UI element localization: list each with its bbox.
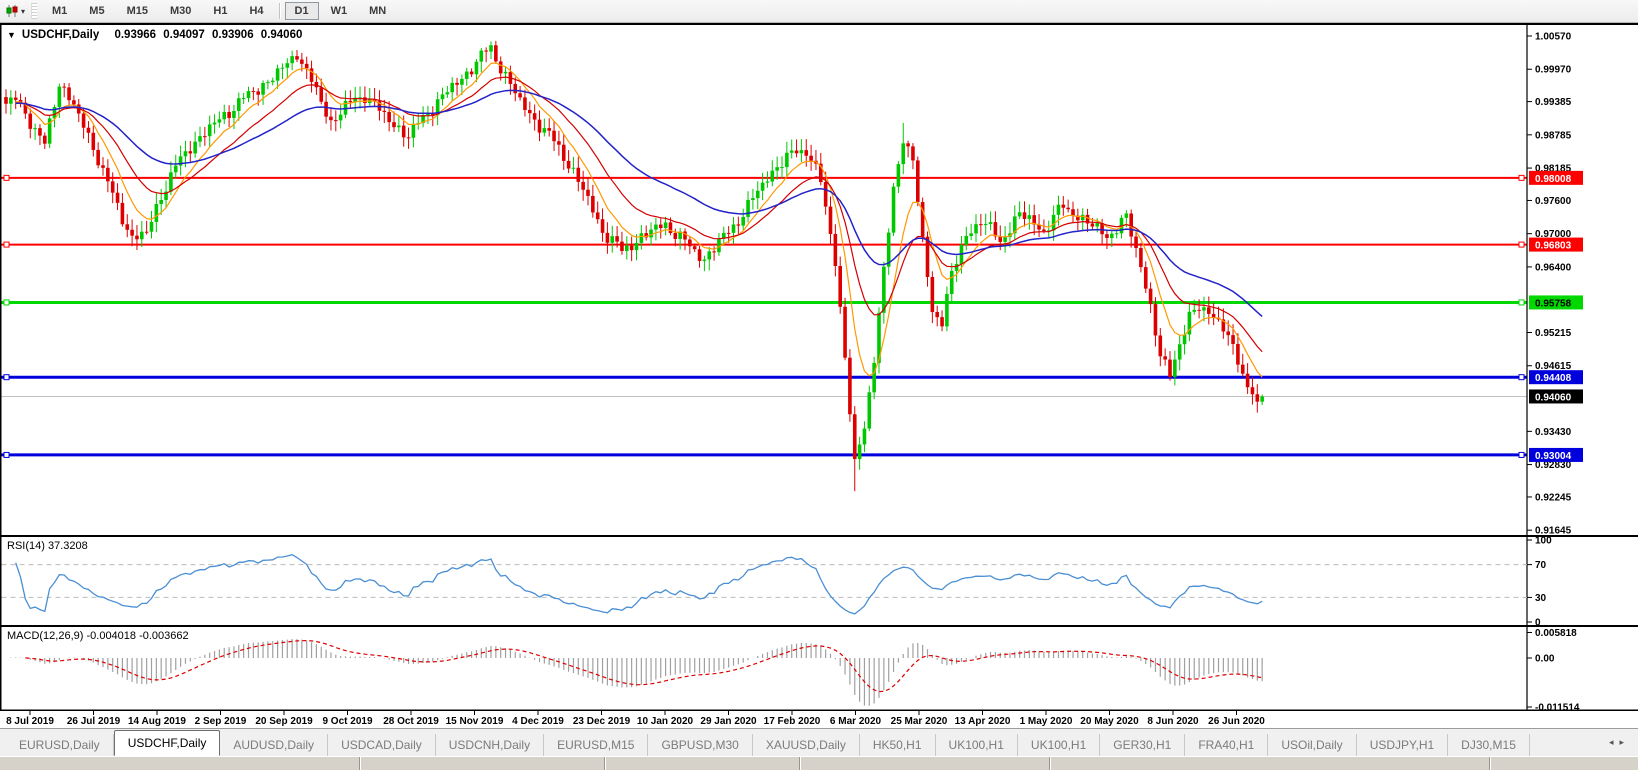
svg-text:70: 70 — [1535, 560, 1547, 571]
svg-text:0.95215: 0.95215 — [1535, 328, 1572, 339]
tab-scroll-arrows: ◂▸ — [1609, 737, 1630, 748]
svg-text:0.94060: 0.94060 — [1535, 392, 1572, 403]
tab-usdcad-daily[interactable]: USDCAD,Daily — [328, 734, 436, 756]
svg-text:0.93004: 0.93004 — [1535, 451, 1572, 462]
svg-text:0.00: 0.00 — [1535, 654, 1555, 665]
timeframe-button-m5[interactable]: M5 — [79, 2, 114, 20]
svg-text:0.98785: 0.98785 — [1535, 130, 1572, 141]
svg-text:30: 30 — [1535, 593, 1547, 604]
chart-header: ▼ USDCHF,Daily 0.93966 0.94097 0.93906 0.… — [7, 29, 306, 41]
svg-text:0.99385: 0.99385 — [1535, 97, 1572, 108]
macd-main-value: -0.004018 — [86, 630, 137, 642]
timeframe-button-m15[interactable]: M15 — [117, 2, 158, 20]
svg-text:2 Sep 2019: 2 Sep 2019 — [195, 716, 247, 727]
svg-text:0.96400: 0.96400 — [1535, 262, 1572, 273]
svg-text:10 Jan 2020: 10 Jan 2020 — [637, 716, 694, 727]
svg-text:20 May 2020: 20 May 2020 — [1080, 716, 1139, 727]
status-segment — [605, 757, 800, 770]
timeframe-button-mn[interactable]: MN — [359, 2, 396, 20]
svg-text:0.95758: 0.95758 — [1535, 298, 1572, 309]
tab-dj30-m15[interactable]: DJ30,M15 — [1448, 734, 1530, 756]
svg-text:100: 100 — [1535, 536, 1552, 547]
svg-text:0.94408: 0.94408 — [1535, 373, 1572, 384]
status-segment — [0, 757, 360, 770]
ohlc-close: 0.94060 — [260, 29, 303, 41]
macd-name: MACD(12,26,9) — [7, 630, 84, 642]
tab-usdcnh-daily[interactable]: USDCNH,Daily — [435, 734, 545, 756]
svg-text:0.005818: 0.005818 — [1535, 628, 1577, 639]
svg-text:0.98008: 0.98008 — [1535, 174, 1572, 185]
timeframe-button-w1[interactable]: W1 — [321, 2, 358, 20]
tab-usdchf-daily[interactable]: USDCHF,Daily — [113, 730, 221, 756]
tab-gbpusd-m30[interactable]: GBPUSD,M30 — [648, 734, 753, 756]
svg-text:4 Dec 2019: 4 Dec 2019 — [512, 716, 564, 727]
timeframe-button-d1[interactable]: D1 — [284, 2, 319, 20]
tab-audusd-daily[interactable]: AUDUSD,Daily — [220, 734, 329, 756]
svg-text:9 Oct 2019: 9 Oct 2019 — [322, 716, 372, 727]
svg-text:14 Aug 2019: 14 Aug 2019 — [128, 716, 186, 727]
svg-text:17 Feb 2020: 17 Feb 2020 — [764, 716, 821, 727]
svg-text:1.00570: 1.00570 — [1535, 32, 1572, 43]
price-chart-canvas[interactable]: 1.005700.999700.993850.987850.981850.976… — [0, 23, 1638, 728]
chart-type-button[interactable]: ▾ — [2, 3, 28, 19]
svg-text:26 Jul 2019: 26 Jul 2019 — [67, 716, 121, 727]
top-toolbar: ▾ M1 M5 M15 M30 H1 H4 D1 W1 MN — [0, 0, 1638, 23]
status-bar — [0, 756, 1638, 770]
svg-text:0.99970: 0.99970 — [1535, 65, 1572, 76]
collapse-triangle-icon[interactable]: ▼ — [7, 30, 16, 40]
tab-ger30-h1[interactable]: GER30,H1 — [1100, 734, 1186, 756]
svg-text:6 Mar 2020: 6 Mar 2020 — [830, 716, 882, 727]
rsi-name: RSI(14) — [7, 540, 45, 552]
svg-text:13 Apr 2020: 13 Apr 2020 — [955, 716, 1011, 727]
timeframe-button-m30[interactable]: M30 — [160, 2, 201, 20]
tab-usdjpy-h1[interactable]: USDJPY,H1 — [1356, 734, 1449, 756]
timeframe-button-h1[interactable]: H1 — [203, 2, 237, 20]
svg-text:0.97600: 0.97600 — [1535, 196, 1572, 207]
chevron-down-icon: ▾ — [21, 6, 26, 16]
svg-text:8 Jun 2020: 8 Jun 2020 — [1147, 716, 1199, 727]
status-segment — [800, 757, 1050, 770]
svg-text:8 Jul 2019: 8 Jul 2019 — [6, 716, 54, 727]
status-segment — [1050, 757, 1490, 770]
timeframe-button-h4[interactable]: H4 — [239, 2, 273, 20]
chart-window: 1.00570 0.99970 0.99385 0.98785 0.98185 0.976… — [0, 23, 1638, 728]
svg-text:25 Mar 2020: 25 Mar 2020 — [891, 716, 948, 727]
svg-text:0.96803: 0.96803 — [1535, 241, 1572, 252]
tab-hk50-h1[interactable]: HK50,H1 — [859, 734, 936, 756]
tab-xauusd-daily[interactable]: XAUUSD,Daily — [752, 734, 860, 756]
ohlc-open: 0.93966 — [114, 29, 157, 41]
ohlc-high: 0.94097 — [163, 29, 205, 41]
tab-fra40-h1[interactable]: FRA40,H1 — [1185, 734, 1269, 756]
toolbar-separator — [278, 3, 280, 19]
tab-scroll-left-button[interactable]: ◂ — [1609, 737, 1620, 747]
candlestick-chart-icon — [6, 5, 18, 17]
chart-symbol-title: USDCHF,Daily — [21, 29, 100, 41]
svg-text:26 Jun 2020: 26 Jun 2020 — [1208, 716, 1265, 727]
tab-eurusd-daily[interactable]: EURUSD,Daily — [6, 734, 114, 756]
svg-text:28 Oct 2019: 28 Oct 2019 — [383, 716, 439, 727]
toolbar-grip-handle[interactable] — [31, 3, 38, 19]
svg-text:0.92245: 0.92245 — [1535, 492, 1572, 503]
status-segment — [1490, 757, 1638, 770]
rsi-label: RSI(14) 37.3208 — [7, 540, 88, 552]
svg-text:0.93430: 0.93430 — [1535, 427, 1572, 438]
svg-text:23 Dec 2019: 23 Dec 2019 — [573, 716, 631, 727]
svg-text:20 Sep 2019: 20 Sep 2019 — [255, 716, 313, 727]
svg-text:1 May 2020: 1 May 2020 — [1020, 716, 1073, 727]
tab-usoil-daily[interactable]: USOil,Daily — [1268, 734, 1357, 756]
rsi-current-value: 37.3208 — [47, 540, 88, 552]
svg-text:-0.011514: -0.011514 — [1535, 703, 1580, 714]
macd-label: MACD(12,26,9) -0.004018 -0.003662 — [7, 630, 189, 642]
tab-eurusd-m15[interactable]: EURUSD,M15 — [544, 734, 649, 756]
tab-uk100-h1[interactable]: UK100,H1 — [1017, 734, 1101, 756]
tab-scroll-right-button[interactable]: ▸ — [1619, 737, 1630, 747]
status-segment — [360, 757, 605, 770]
svg-text:29 Jan 2020: 29 Jan 2020 — [700, 716, 757, 727]
macd-signal-value: -0.003662 — [139, 630, 189, 642]
timeframe-button-m1[interactable]: M1 — [42, 2, 77, 20]
svg-text:15 Nov 2019: 15 Nov 2019 — [446, 716, 504, 727]
chart-tab-bar: EURUSD,Daily USDCHF,Daily AUDUSD,Daily USDC… — [0, 728, 1638, 756]
ohlc-low: 0.93906 — [212, 29, 254, 41]
tab-uk100-h1[interactable]: UK100,H1 — [935, 734, 1018, 756]
